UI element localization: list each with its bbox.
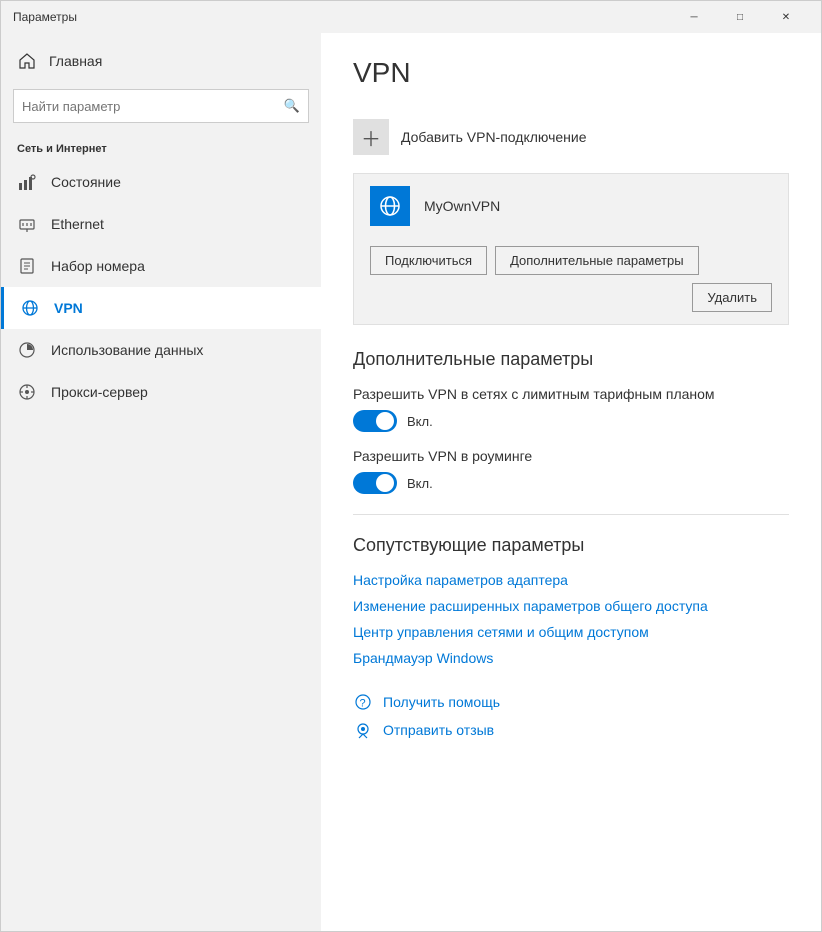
- home-icon: [17, 51, 37, 71]
- setting1-label: Разрешить VPN в сетях с лимитным тарифны…: [353, 386, 789, 402]
- help-icon: ?: [353, 692, 373, 712]
- help-row[interactable]: ? Получить помощь: [353, 692, 789, 712]
- setting-row-1: Разрешить VPN в сетях с лимитным тарифны…: [353, 386, 789, 432]
- window: Параметры ─ □ ✕ Главная 🔍: [0, 0, 822, 932]
- related-link-1[interactable]: Изменение расширенных параметров общего …: [353, 598, 789, 614]
- minimize-button[interactable]: ─: [671, 1, 717, 33]
- add-vpn-label: Добавить VPN-подключение: [401, 129, 587, 145]
- title-bar: Параметры ─ □ ✕: [1, 1, 821, 33]
- add-vpn-icon: ＋: [353, 119, 389, 155]
- vpn-connection-header[interactable]: MyOwnVPN: [354, 174, 788, 238]
- divider: [353, 514, 789, 515]
- related-link-0[interactable]: Настройка параметров адаптера: [353, 572, 789, 588]
- vpn-actions: Подключиться Дополнительные параметры Уд…: [354, 238, 788, 324]
- title-bar-controls: ─ □ ✕: [671, 1, 809, 33]
- svg-text:?: ?: [360, 698, 366, 710]
- toggle-row-1: Вкл.: [353, 410, 789, 432]
- delete-button[interactable]: Удалить: [692, 283, 772, 312]
- sidebar: Главная 🔍 Сеть и Интернет: [1, 33, 321, 931]
- additional-settings-title: Дополнительные параметры: [353, 349, 789, 370]
- sidebar-item-label: Использование данных: [51, 342, 203, 358]
- sidebar-item-data-usage[interactable]: Использование данных: [1, 329, 321, 371]
- setting-row-2: Разрешить VPN в роуминге Вкл.: [353, 448, 789, 494]
- page-title: VPN: [353, 57, 789, 89]
- home-label: Главная: [49, 53, 102, 69]
- maximize-button[interactable]: □: [717, 1, 763, 33]
- feedback-label[interactable]: Отправить отзыв: [383, 722, 494, 738]
- feedback-row[interactable]: Отправить отзыв: [353, 720, 789, 740]
- dialup-icon: [17, 256, 37, 276]
- related-settings-title: Сопутствующие параметры: [353, 535, 789, 556]
- help-label[interactable]: Получить помощь: [383, 694, 500, 710]
- sidebar-item-proxy[interactable]: Прокси-сервер: [1, 371, 321, 413]
- sidebar-section-label: Сеть и Интернет: [1, 131, 321, 161]
- vpn-icon-box: [370, 186, 410, 226]
- toggle2-value: Вкл.: [407, 476, 433, 491]
- sidebar-item-label: VPN: [54, 300, 83, 316]
- ethernet-icon: [17, 214, 37, 234]
- toggle-2[interactable]: [353, 472, 397, 494]
- data-usage-icon: [17, 340, 37, 360]
- connect-button[interactable]: Подключиться: [370, 246, 487, 275]
- add-vpn-button[interactable]: ＋ Добавить VPN-подключение: [353, 109, 789, 165]
- advanced-button[interactable]: Дополнительные параметры: [495, 246, 699, 275]
- vpn-connection-box: MyOwnVPN Подключиться Дополнительные пар…: [353, 173, 789, 325]
- sidebar-item-dialup[interactable]: Набор номера: [1, 245, 321, 287]
- content-area: Главная 🔍 Сеть и Интернет: [1, 33, 821, 931]
- main-content: VPN ＋ Добавить VPN-подключение MyOw: [321, 33, 821, 931]
- window-title: Параметры: [13, 10, 671, 24]
- toggle-1[interactable]: [353, 410, 397, 432]
- feedback-icon: [353, 720, 373, 740]
- status-icon: [17, 172, 37, 192]
- vpn-connection-name: MyOwnVPN: [424, 198, 500, 214]
- setting2-label: Разрешить VPN в роуминге: [353, 448, 789, 464]
- sidebar-item-label: Состояние: [51, 174, 121, 190]
- search-icon: 🔍: [284, 98, 300, 114]
- sidebar-item-status[interactable]: Состояние: [1, 161, 321, 203]
- toggle1-value: Вкл.: [407, 414, 433, 429]
- close-button[interactable]: ✕: [763, 1, 809, 33]
- related-link-3[interactable]: Брандмауэр Windows: [353, 650, 789, 666]
- sidebar-item-ethernet[interactable]: Ethernet: [1, 203, 321, 245]
- search-input[interactable]: [22, 99, 284, 114]
- sidebar-item-label: Прокси-сервер: [51, 384, 148, 400]
- sidebar-item-label: Ethernet: [51, 216, 104, 232]
- sidebar-item-home[interactable]: Главная: [1, 41, 321, 81]
- sidebar-item-vpn[interactable]: VPN: [1, 287, 321, 329]
- related-link-2[interactable]: Центр управления сетями и общим доступом: [353, 624, 789, 640]
- sidebar-item-label: Набор номера: [51, 258, 145, 274]
- toggle-row-2: Вкл.: [353, 472, 789, 494]
- search-box: 🔍: [13, 89, 309, 123]
- proxy-icon: [17, 382, 37, 402]
- vpn-sidebar-icon: [20, 298, 40, 318]
